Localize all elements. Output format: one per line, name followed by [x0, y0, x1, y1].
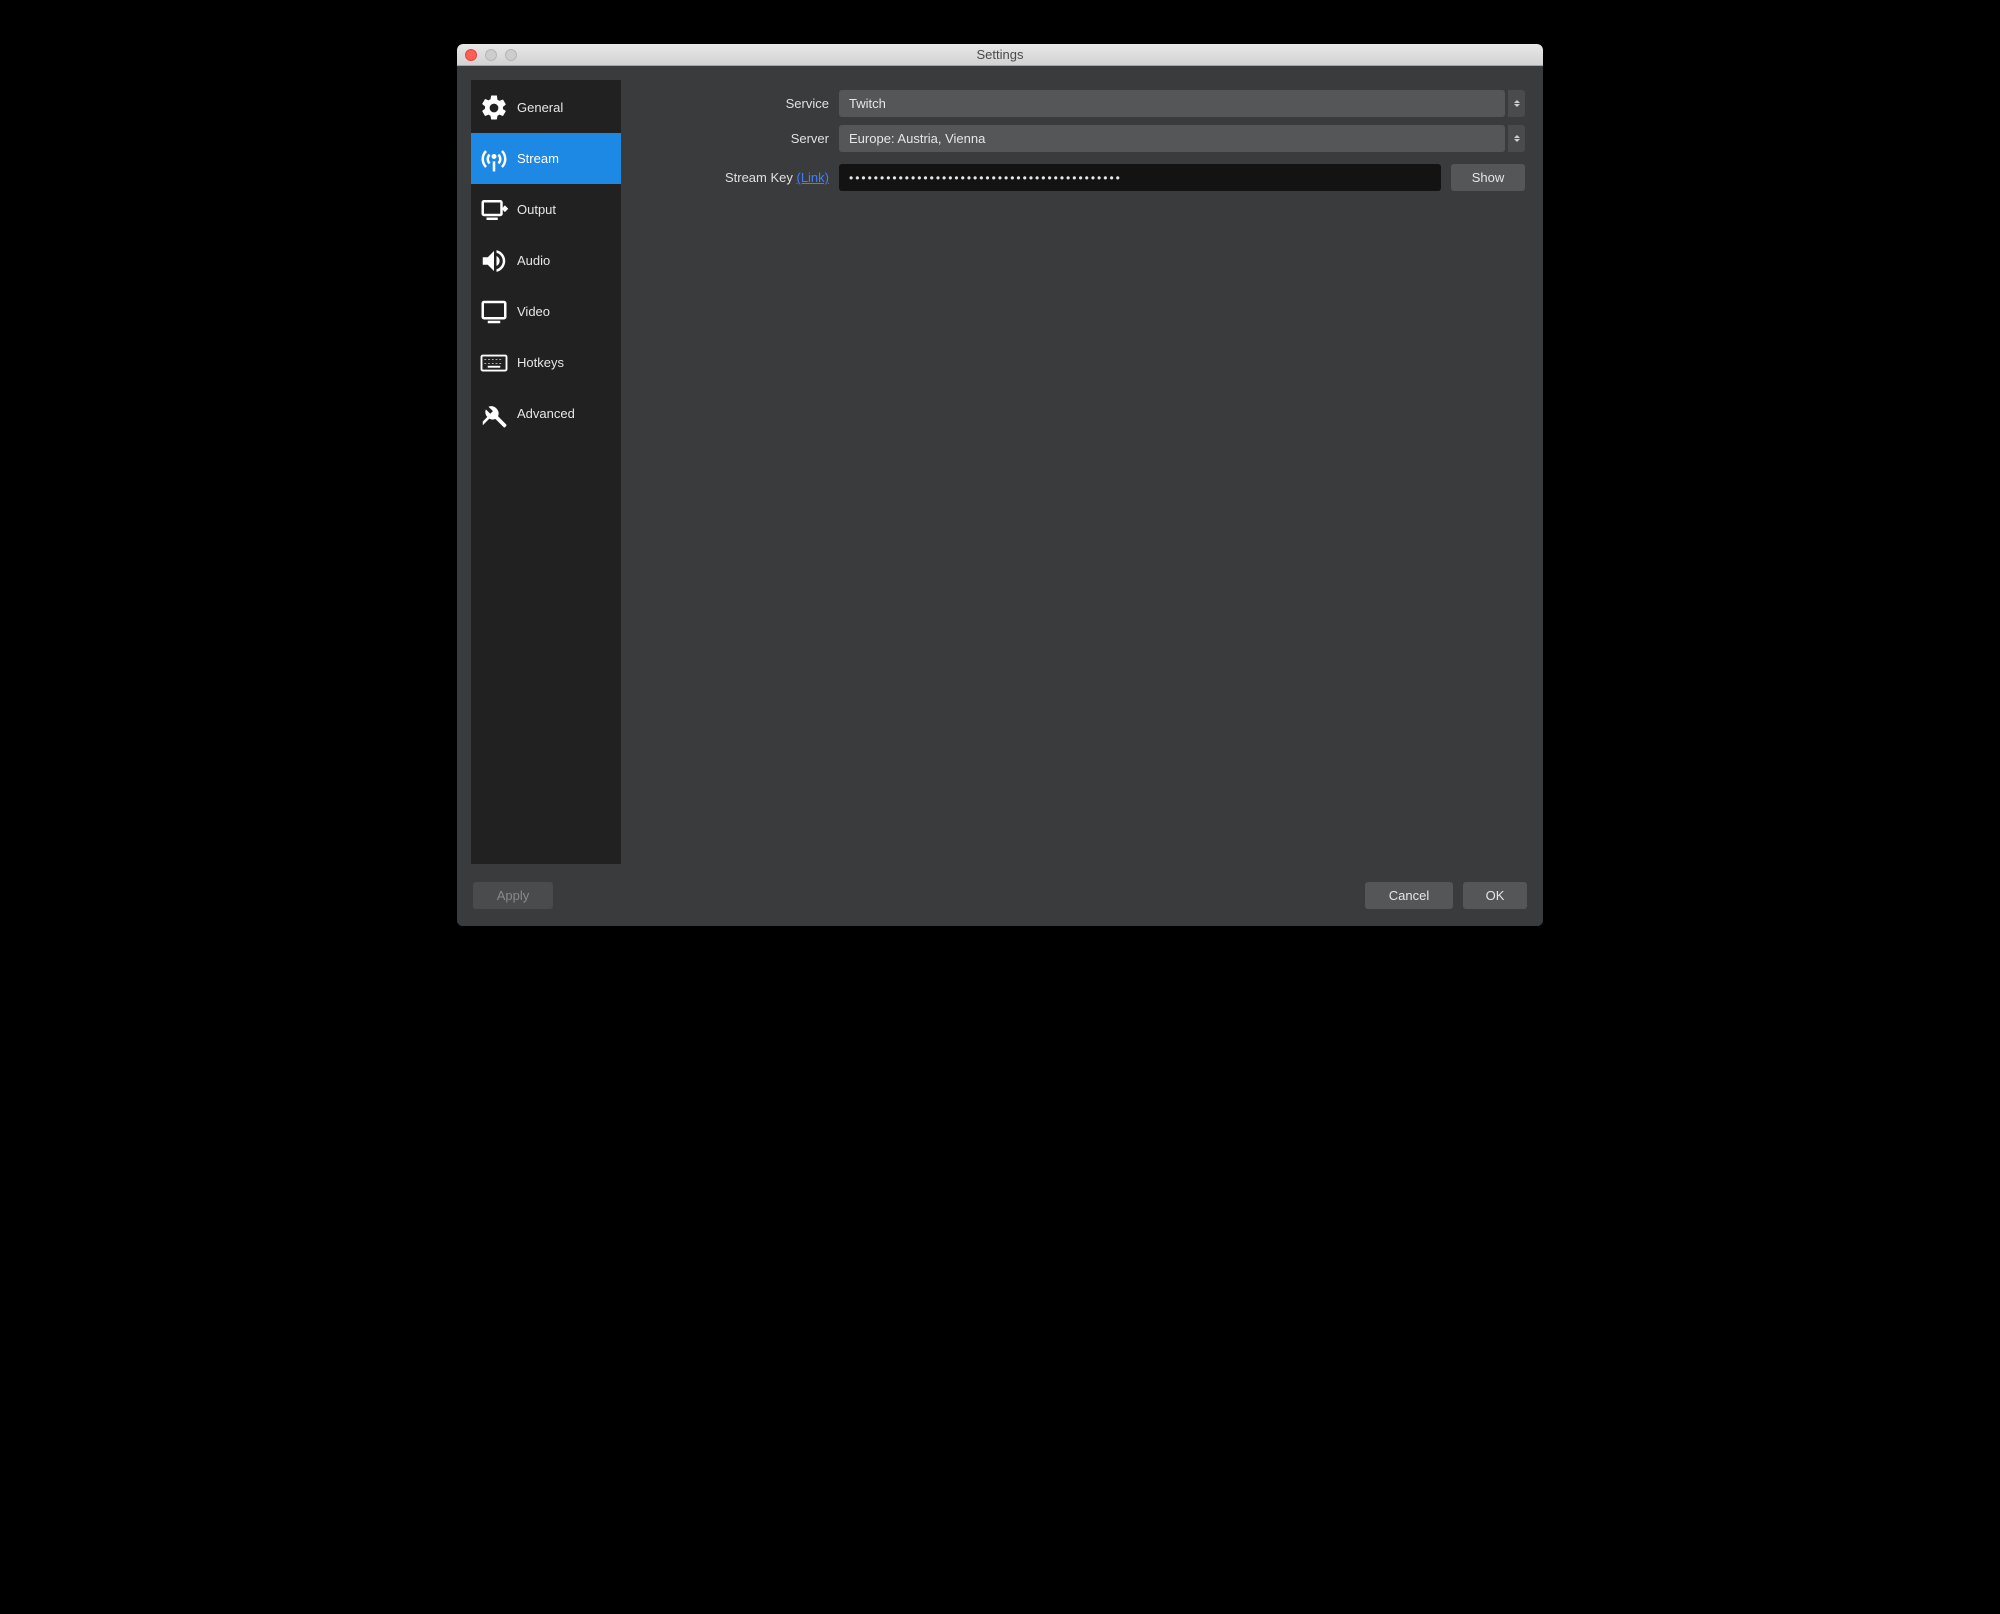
sidebar-item-label: Hotkeys — [517, 355, 564, 370]
gear-icon — [477, 91, 511, 125]
sidebar-item-video[interactable]: Video — [471, 286, 621, 337]
service-select-value: Twitch — [849, 96, 886, 111]
streamkey-label-text: Stream Key — [725, 170, 797, 185]
cancel-button[interactable]: Cancel — [1365, 882, 1453, 909]
streamkey-label: Stream Key (Link) — [639, 170, 839, 185]
window-title: Settings — [457, 47, 1543, 62]
service-select[interactable]: Twitch — [839, 90, 1505, 117]
streamkey-input[interactable] — [839, 164, 1441, 191]
output-icon — [477, 193, 511, 227]
sidebar-item-stream[interactable]: Stream — [471, 133, 621, 184]
keyboard-icon — [477, 346, 511, 380]
antenna-icon — [477, 142, 511, 176]
sidebar-item-label: Audio — [517, 253, 550, 268]
speaker-icon — [477, 244, 511, 278]
minimize-window-button[interactable] — [485, 49, 497, 61]
server-label: Server — [639, 131, 839, 146]
server-row: Server Europe: Austria, Vienna — [639, 125, 1525, 152]
content-area: General Stream Output Audio — [457, 66, 1543, 878]
show-button[interactable]: Show — [1451, 164, 1525, 191]
monitor-icon — [477, 295, 511, 329]
service-row: Service Twitch — [639, 90, 1525, 117]
tools-icon — [477, 397, 511, 431]
server-select[interactable]: Europe: Austria, Vienna — [839, 125, 1505, 152]
streamkey-link[interactable]: (Link) — [796, 170, 829, 185]
sidebar-item-label: Video — [517, 304, 550, 319]
titlebar: Settings — [457, 44, 1543, 66]
service-label: Service — [639, 96, 839, 111]
zoom-window-button[interactable] — [505, 49, 517, 61]
sidebar-item-label: Advanced — [517, 406, 575, 421]
sidebar-item-label: General — [517, 100, 563, 115]
sidebar-item-general[interactable]: General — [471, 82, 621, 133]
settings-window: Settings General Stream Output — [457, 44, 1543, 926]
sidebar-item-label: Stream — [517, 151, 559, 166]
window-controls — [457, 49, 517, 61]
close-window-button[interactable] — [465, 49, 477, 61]
sidebar-item-output[interactable]: Output — [471, 184, 621, 235]
apply-button: Apply — [473, 882, 553, 909]
sidebar-item-advanced[interactable]: Advanced — [471, 388, 621, 439]
settings-panel-stream: Service Twitch Server Europe: Austria, V… — [621, 66, 1543, 878]
ok-button[interactable]: OK — [1463, 882, 1527, 909]
sidebar-item-audio[interactable]: Audio — [471, 235, 621, 286]
streamkey-row: Stream Key (Link) Show — [639, 164, 1525, 191]
server-select-value: Europe: Austria, Vienna — [849, 131, 985, 146]
select-stepper-icon[interactable] — [1507, 90, 1525, 117]
sidebar-item-label: Output — [517, 202, 556, 217]
dialog-footer: Apply Cancel OK — [457, 878, 1543, 926]
settings-sidebar: General Stream Output Audio — [471, 80, 621, 864]
sidebar-item-hotkeys[interactable]: Hotkeys — [471, 337, 621, 388]
select-stepper-icon[interactable] — [1507, 125, 1525, 152]
